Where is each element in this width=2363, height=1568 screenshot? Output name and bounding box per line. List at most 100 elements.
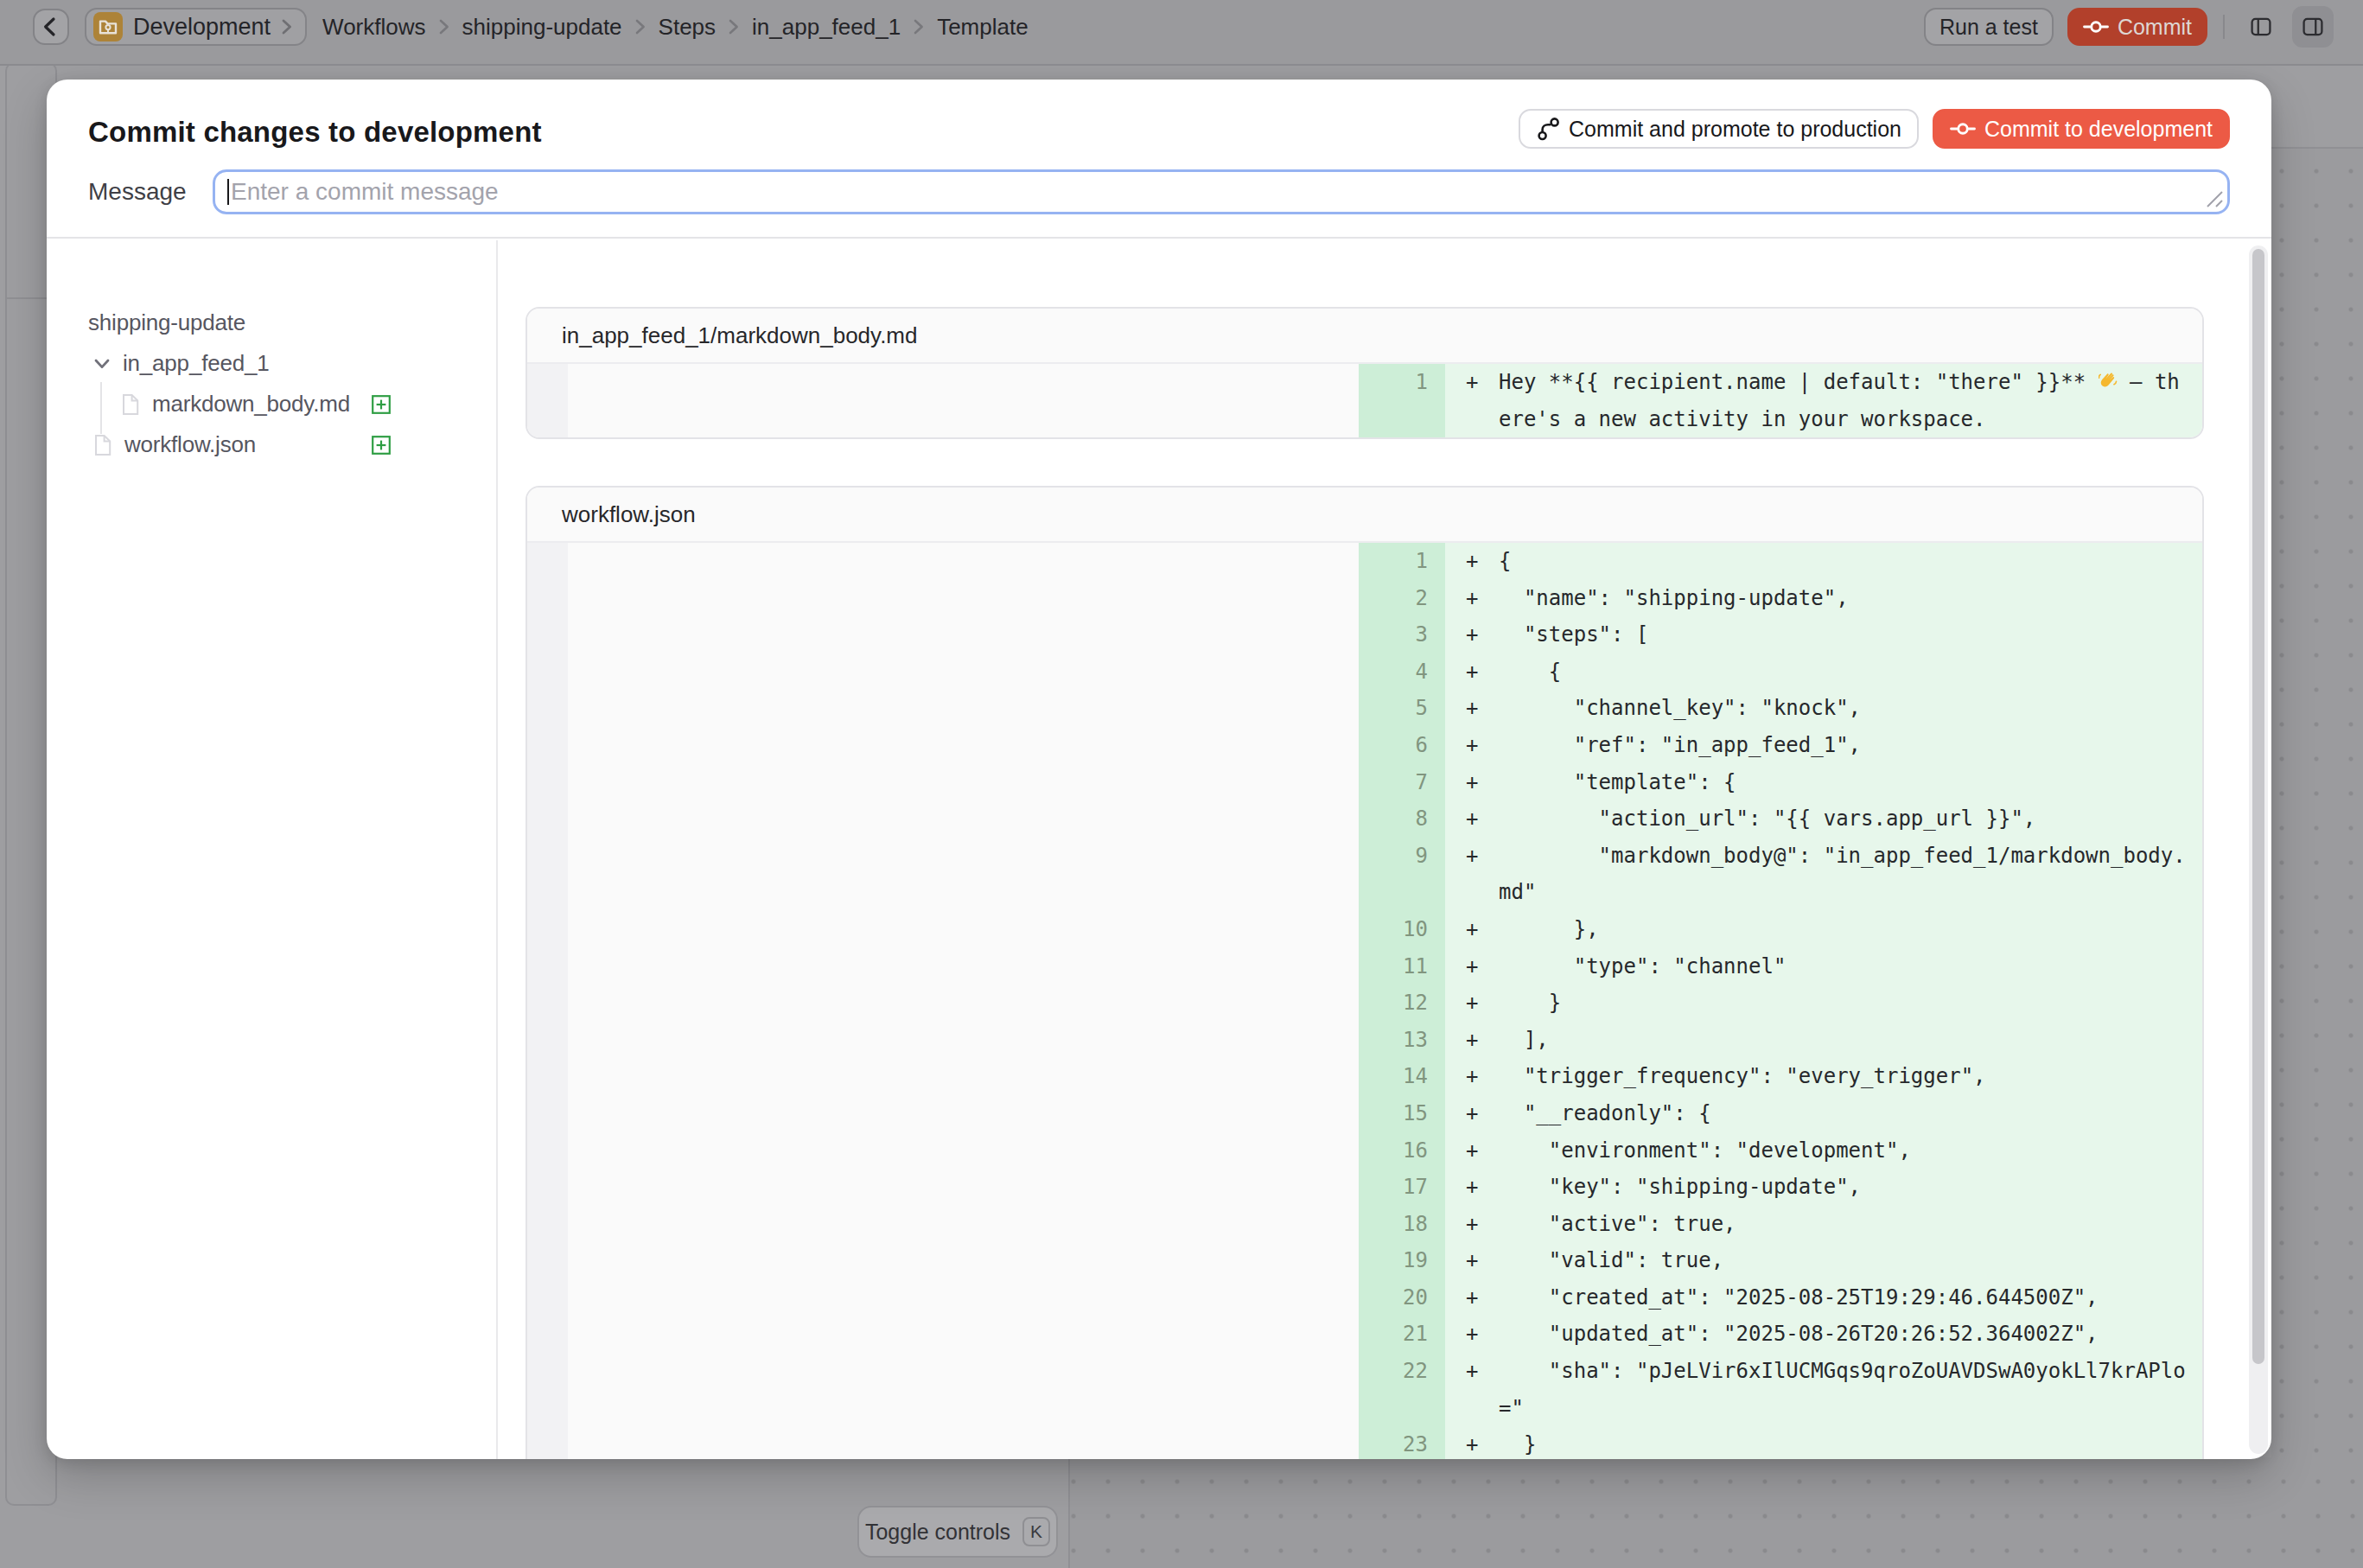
commit-icon <box>2083 14 2109 40</box>
diff-plus-sign: + <box>1466 985 1495 1022</box>
waving-hand-emoji <box>2099 370 2118 391</box>
diff-plus-sign: + <box>1466 1242 1495 1279</box>
diff-line-number: 16 <box>1359 1132 1445 1170</box>
chevron-left-icon <box>39 15 63 39</box>
breadcrumb-separator-icon <box>728 18 740 35</box>
resize-handle-icon[interactable] <box>2205 189 2224 208</box>
environment-icon <box>93 12 123 41</box>
toggle-controls-button[interactable]: Toggle controls K <box>857 1506 1058 1558</box>
tree-item-markdown-file[interactable]: markdown_body.md <box>47 384 496 424</box>
diff-plus-sign: + <box>1466 1022 1495 1059</box>
commit-icon <box>1950 116 1976 142</box>
breadcrumb-item[interactable]: Template <box>937 14 1029 41</box>
diff-line-number: 11 <box>1359 948 1445 985</box>
diff-line-number: 18 <box>1359 1206 1445 1243</box>
diff-line-text: "active": true, <box>1499 1206 2188 1243</box>
tree-item-folder[interactable]: in_app_feed_1 <box>47 343 496 384</box>
commit-to-development-button[interactable]: Commit to development <box>1933 109 2230 149</box>
diff-plus-sign: + <box>1466 911 1495 948</box>
message-label: Message <box>88 178 213 206</box>
breadcrumb: Workflows shipping-update Steps in_app_feed… <box>322 14 1029 41</box>
breadcrumb-item[interactable]: shipping-update <box>462 14 622 41</box>
workflow-canvas <box>2271 147 2363 1568</box>
diff-plus-sign: + <box>1466 800 1495 838</box>
diff-line: 6+ "ref": "in_app_feed_1", <box>527 727 2202 764</box>
diff-line: 1+{ <box>527 543 2202 580</box>
diff-line-text: "key": "shipping-update", <box>1499 1169 2188 1206</box>
environment-switcher[interactable]: Development <box>85 8 307 46</box>
diff-plus-sign: + <box>1466 1316 1495 1353</box>
diff-file-name: in_app_feed_1/markdown_body.md <box>527 309 2202 364</box>
diff-line-number: 17 <box>1359 1169 1445 1206</box>
toggle-right-panel-button[interactable] <box>2292 6 2334 48</box>
back-button[interactable] <box>33 9 69 45</box>
diff-line-number: 15 <box>1359 1095 1445 1132</box>
diff-line: 18 + "active": true, <box>527 1206 2202 1243</box>
diff-plus-sign: + <box>1466 580 1495 617</box>
panel-right-icon <box>2302 16 2324 38</box>
diff-plus-sign: + <box>1466 1132 1495 1170</box>
commit-promote-button[interactable]: Commit and promote to production <box>1519 109 1919 149</box>
diff-added-icon <box>372 436 391 455</box>
breadcrumb-item[interactable]: Steps <box>659 14 717 41</box>
diff-line-number: 12 <box>1359 985 1445 1022</box>
scrollbar-thumb[interactable] <box>2252 249 2264 1364</box>
file-icon <box>121 393 140 416</box>
toggle-controls-label: Toggle controls <box>865 1520 1010 1545</box>
diff-plus-sign: + <box>1466 543 1495 580</box>
run-test-button[interactable]: Run a test <box>1924 8 2054 46</box>
text-caret <box>227 179 229 205</box>
breadcrumb-item[interactable]: in_app_feed_1 <box>752 14 901 41</box>
diff-line-text: { <box>1499 653 2188 691</box>
diff-line-number: 13 <box>1359 1022 1445 1059</box>
changed-files-sidebar: shipping-update in_app_feed_1 markdown_b… <box>47 240 498 1459</box>
diff-line-text: Hey **{{ recipient.name | default: "ther… <box>1499 364 2188 437</box>
breadcrumb-item[interactable]: Workflows <box>322 14 425 41</box>
chevron-down-icon <box>93 355 111 373</box>
diff-line: 17+ "key": "shipping-update", <box>527 1169 2202 1206</box>
diff-line: 10+ }, <box>527 911 2202 948</box>
diff-line-text: "updated_at": "2025-08-26T20:26:52.36400… <box>1499 1316 2188 1353</box>
diff-line-text: "created_at": "2025-08-25T19:29:46.64450… <box>1499 1279 2188 1316</box>
commit-modal: Commit changes to development Commit and… <box>47 80 2271 1459</box>
diff-line: 4+ { <box>527 653 2202 691</box>
diff-line: 5+ "channel_key": "knock", <box>527 690 2202 727</box>
breadcrumb-separator-icon <box>913 18 925 35</box>
diff-line-number: 22 <box>1359 1353 1445 1426</box>
promote-icon <box>1536 117 1560 141</box>
diff-line: 2+ "name": "shipping-update", <box>527 580 2202 617</box>
diff-line-text: "__readonly": { <box>1499 1095 2188 1132</box>
diff-line-number: 10 <box>1359 911 1445 948</box>
diff-plus-sign: + <box>1466 1279 1495 1316</box>
diff-line-number: 7 <box>1359 764 1445 801</box>
diff-line: 7+ "template": { <box>527 764 2202 801</box>
diff-line-number: 9 <box>1359 838 1445 911</box>
diff-line-text: "environment": "development", <box>1499 1132 2188 1170</box>
diff-line-number: 23 <box>1359 1426 1445 1459</box>
diff-plus-sign: + <box>1466 1058 1495 1095</box>
diff-line-text: "markdown_body@": "in_app_feed_1/markdow… <box>1499 838 2188 911</box>
diff-line-text: "trigger_frequency": "every_trigger", <box>1499 1058 2188 1095</box>
diff-line-number: 2 <box>1359 580 1445 617</box>
commit-button[interactable]: Commit <box>2067 8 2207 46</box>
tree-folder-label: in_app_feed_1 <box>123 350 269 377</box>
environment-label: Development <box>133 14 271 41</box>
diff-line: 15 + "__readonly": { <box>527 1095 2202 1132</box>
commit-message-input[interactable]: Enter a commit message <box>213 169 2230 214</box>
diff-plus-sign: + <box>1466 1426 1495 1459</box>
diff-line: 3+ "steps": [ <box>527 616 2202 653</box>
tree-item-workflow-file[interactable]: workflow.json <box>47 424 496 465</box>
toggle-left-panel-button[interactable] <box>2240 6 2282 48</box>
diff-line-text: } <box>1499 985 2188 1022</box>
diff-line-number: 6 <box>1359 727 1445 764</box>
diff-line: 21+ "updated_at": "2025-08-26T20:26:52.3… <box>527 1316 2202 1353</box>
diff-line: 12 + } <box>527 985 2202 1022</box>
tree-root-label: shipping-update <box>47 309 245 336</box>
tree-item-workflow-root[interactable]: shipping-update <box>47 303 496 343</box>
diff-line-number: 20 <box>1359 1279 1445 1316</box>
diff-line: 19+ "valid": true, <box>527 1242 2202 1279</box>
breadcrumb-separator-icon <box>438 18 450 35</box>
diff-plus-sign: + <box>1466 1206 1495 1243</box>
diff-plus-sign: + <box>1466 1095 1495 1132</box>
file-icon <box>93 434 112 456</box>
